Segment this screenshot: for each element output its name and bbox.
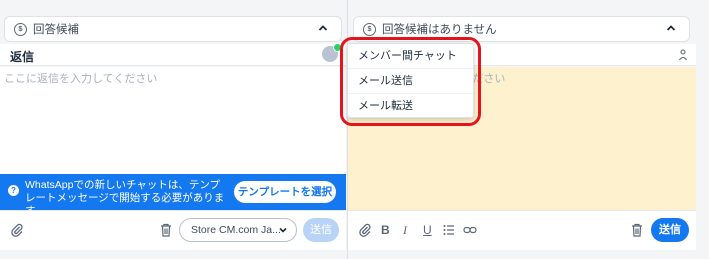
suggestions-label: 回答候補 (33, 24, 79, 36)
reply-header: 返信 (0, 43, 346, 66)
reply-placeholder: ここに返信を入力してください (4, 73, 158, 85)
whatsapp-template-banner: ? WhatsAppでの新しいチャットは、テンプレートメッセージで開始する必要が… (0, 174, 346, 217)
reply-toolbar-right: B I U 送信 (348, 210, 696, 250)
reply-textarea[interactable]: ここに返信を入力してください (0, 67, 346, 174)
select-template-button[interactable]: テンプレートを選択 (234, 181, 336, 203)
chevron-down-icon (279, 227, 287, 233)
chevron-up-icon[interactable] (665, 22, 677, 34)
trash-icon[interactable] (160, 223, 172, 237)
link-icon[interactable] (463, 224, 477, 236)
channel-select[interactable]: Store CM.com Ja... (179, 218, 297, 242)
highlight-annotation (340, 37, 481, 126)
reply-title: 返信 (10, 50, 35, 64)
suggestions-bar-left[interactable]: $ 回答候補 (4, 16, 342, 42)
person-add-icon[interactable] (678, 49, 688, 61)
avatar[interactable] (322, 43, 342, 62)
trash-icon[interactable] (631, 223, 643, 237)
dollar-circle-icon: $ (363, 22, 376, 36)
suggestions-label: 回答候補はありません (382, 24, 497, 36)
channel-select-value: Store CM.com Ja... (191, 224, 281, 236)
bold-icon[interactable]: B (381, 223, 390, 237)
italic-icon[interactable]: I (403, 223, 407, 238)
send-button[interactable]: 送信 (651, 218, 689, 242)
underline-icon[interactable]: U (423, 223, 432, 237)
bullet-list-icon[interactable] (443, 224, 455, 236)
chevron-up-icon[interactable] (317, 22, 329, 34)
send-button-disabled[interactable]: 送信 (303, 218, 339, 242)
info-icon: ? (8, 185, 19, 196)
reply-toolbar-left: Store CM.com Ja... 送信 (0, 210, 346, 250)
paperclip-icon[interactable] (358, 223, 372, 237)
dollar-circle-icon: $ (14, 22, 27, 36)
paperclip-icon[interactable] (10, 223, 24, 237)
conversation-workspace: $ 回答候補 $ 回答候補はありません 返信 ここに返信を入力してください ? … (0, 0, 709, 259)
